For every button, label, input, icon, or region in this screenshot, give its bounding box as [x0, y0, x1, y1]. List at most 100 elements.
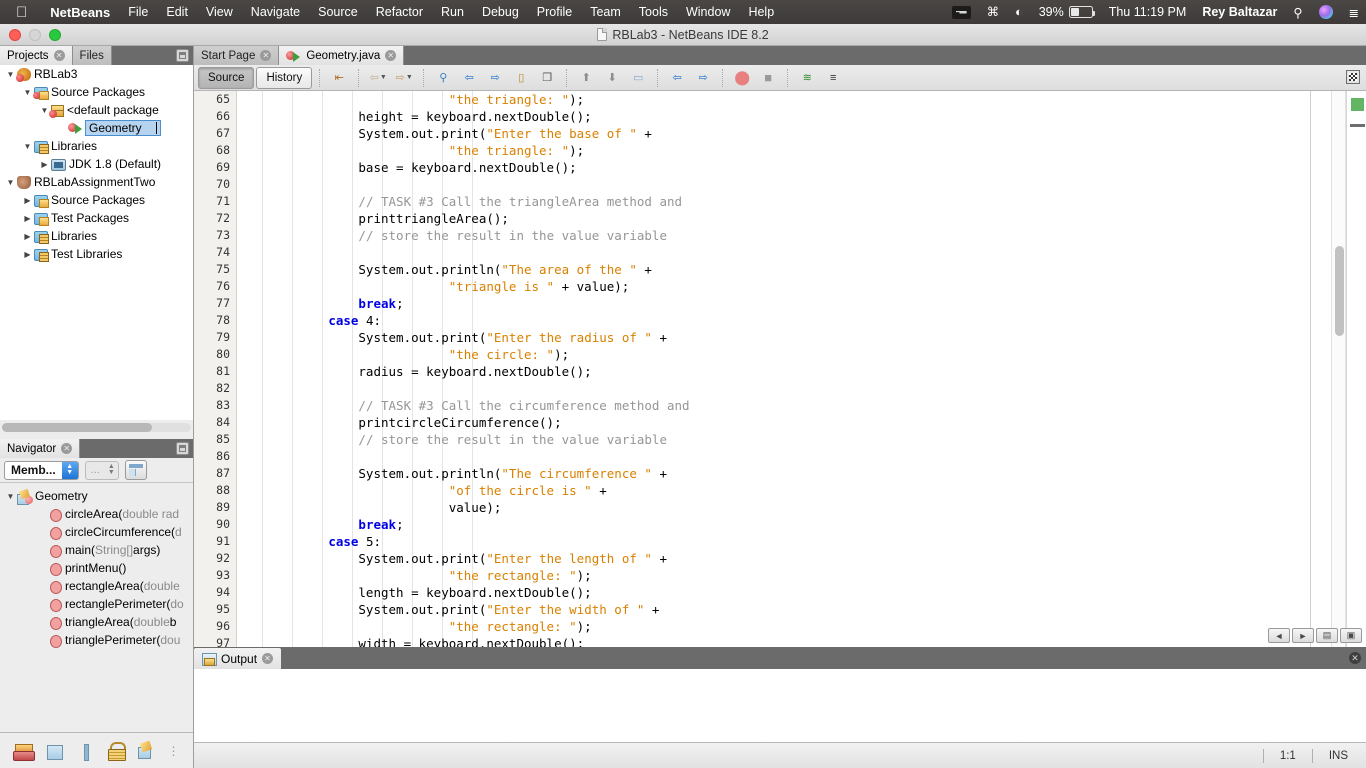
code-line[interactable]: value);	[238, 499, 1366, 516]
twisty-icon[interactable]: ▼	[21, 142, 34, 151]
scrollbar-thumb[interactable]	[2, 423, 152, 432]
menu-item-navigate[interactable]: Navigate	[242, 5, 309, 19]
close-window-button[interactable]	[9, 29, 21, 41]
projects-tree[interactable]: ▼ RBLab3 ▼ Source Packages ▼ <default pa…	[0, 65, 193, 421]
code-line[interactable]: "the triangle: ");	[238, 142, 1366, 159]
insert-mode-label[interactable]: INS	[1325, 750, 1352, 762]
back-navigation-icon[interactable]: ⇦ ▼	[366, 67, 390, 89]
team-icon[interactable]	[13, 741, 36, 761]
code-line[interactable]: printtriangleArea();	[238, 210, 1366, 227]
menu-item-debug[interactable]: Debug	[473, 5, 528, 19]
code-line[interactable]: // store the result in the value variabl…	[238, 431, 1366, 448]
wifi-icon[interactable]: ◐	[1007, 6, 1031, 19]
tree-row-rblab3[interactable]: ▼ RBLab3	[0, 65, 193, 83]
navigator-filter-select[interactable]: ... ▲ ▼	[84, 460, 119, 480]
inspect-members-icon[interactable]: ≋	[795, 67, 819, 89]
filter-panel-icon[interactable]	[124, 460, 147, 480]
chevron-updown-icon[interactable]: ▲ ▼	[61, 461, 78, 479]
tree-row-source-packages-2[interactable]: ▶ Source Packages	[0, 191, 193, 209]
close-icon[interactable]: ✕	[260, 50, 272, 61]
scrollbar-thumb[interactable]	[1335, 246, 1344, 336]
twisty-icon[interactable]: ▼	[4, 178, 17, 187]
navigator-member-row[interactable]: trianglePerimeter(dou	[0, 631, 193, 649]
code-line[interactable]: "the circle: ");	[238, 346, 1366, 363]
forward-navigation-icon[interactable]: ⇨ ▼	[392, 67, 416, 89]
code-line[interactable]: radius = keyboard.nextDouble();	[238, 363, 1366, 380]
code-line[interactable]: "triangle is " + value);	[238, 278, 1366, 295]
code-line[interactable]: "of the circle is " +	[238, 482, 1366, 499]
menu-item-view[interactable]: View	[197, 5, 242, 19]
output-prev-icon[interactable]: ◄	[1268, 628, 1290, 643]
tab-projects[interactable]: Projects ✕	[0, 46, 73, 65]
apple-icon[interactable]: 	[0, 5, 41, 20]
find-previous-icon[interactable]: ⇦	[457, 67, 481, 89]
code-text-area[interactable]: "the triangle: "); height = keyboard.nex…	[238, 91, 1366, 654]
tab-geometry-java[interactable]: Geometry.java ✕	[279, 46, 405, 65]
menu-item-netbeans[interactable]: NetBeans	[41, 5, 119, 20]
toggle-maximize-icon[interactable]	[1345, 69, 1361, 85]
output-list-icon[interactable]: ▤	[1316, 628, 1338, 643]
projects-horizontal-scrollbar[interactable]	[0, 420, 193, 435]
shift-line-right-icon[interactable]: ⇨	[691, 67, 715, 89]
source-view-button[interactable]: Source	[198, 66, 255, 89]
twisty-icon[interactable]: ▶	[21, 214, 34, 223]
code-line[interactable]: System.out.println("The circumference " …	[238, 465, 1366, 482]
line-number-gutter[interactable]: 65 66 67 68 69 70 71 72 73 74 75 76 77 7…	[194, 91, 237, 654]
notification-center-icon[interactable]: ≣	[1341, 5, 1366, 20]
clock-label[interactable]: Thu 11:19 PM	[1101, 5, 1195, 19]
close-icon[interactable]: ✕	[262, 653, 274, 664]
tab-output[interactable]: Output ✕	[194, 648, 282, 669]
menu-item-refactor[interactable]: Refactor	[367, 5, 432, 19]
toggle-highlight-icon[interactable]: ▯	[509, 67, 533, 89]
menu-item-window[interactable]: Window	[677, 5, 739, 19]
code-line[interactable]	[238, 380, 1366, 397]
code-line[interactable]: // TASK #3 Call the triangleArea method …	[238, 193, 1366, 210]
twisty-icon[interactable]: ▶	[21, 196, 34, 205]
previous-bookmark-icon[interactable]: ⬆	[574, 67, 598, 89]
code-line[interactable]	[238, 244, 1366, 261]
twisty-icon[interactable]: ▶	[21, 232, 34, 241]
code-editor[interactable]: 65 66 67 68 69 70 71 72 73 74 75 76 77 7…	[194, 91, 1366, 654]
format-icon[interactable]: ≡	[821, 67, 845, 89]
tab-files[interactable]: Files	[72, 46, 112, 65]
editor-vertical-scrollbar[interactable]	[1331, 91, 1346, 654]
menu-item-tools[interactable]: Tools	[630, 5, 677, 19]
error-stripe[interactable]	[1346, 91, 1366, 654]
code-line[interactable]: break;	[238, 295, 1366, 312]
navigator-scope-select[interactable]: Memb... ▲ ▼	[4, 460, 79, 480]
navigator-member-row[interactable]: main(String[] args)	[0, 541, 193, 559]
siri-icon[interactable]	[1311, 5, 1341, 19]
code-line[interactable]: break;	[238, 516, 1366, 533]
menu-item-profile[interactable]: Profile	[528, 5, 581, 19]
code-line[interactable]: // store the result in the value variabl…	[238, 227, 1366, 244]
find-next-icon[interactable]: ⇨	[483, 67, 507, 89]
navigator-member-row[interactable]: circleArea(double rad	[0, 505, 193, 523]
last-edit-position-icon[interactable]: ⇤	[327, 67, 351, 89]
code-line[interactable]: "the rectangle: ");	[238, 618, 1366, 635]
next-bookmark-icon[interactable]: ⬇	[600, 67, 624, 89]
navigator-member-row[interactable]: circleCircumference(d	[0, 523, 193, 541]
tree-row-rblabassignmenttwo[interactable]: ▼ RBLabAssignmentTwo	[0, 173, 193, 191]
navigator-member-row[interactable]: rectangleArea(double	[0, 577, 193, 595]
code-line[interactable]: System.out.println("The area of the " +	[238, 261, 1366, 278]
close-output-panel-icon[interactable]: ✕	[1349, 652, 1361, 664]
tree-row-jdk[interactable]: ▶ JDK 1.8 (Default)	[0, 155, 193, 173]
minimize-window-button[interactable]	[29, 29, 41, 41]
tree-row-source-packages[interactable]: ▼ Source Packages	[0, 83, 193, 101]
battery-status[interactable]: 39%	[1031, 5, 1101, 19]
start-macro-recording-icon[interactable]: ⬤	[730, 67, 754, 89]
shift-line-left-icon[interactable]: ⇦	[665, 67, 689, 89]
keyboard-input-icon[interactable]	[944, 5, 979, 19]
history-view-button[interactable]: History	[256, 66, 313, 89]
output-maximize-icon[interactable]: ▣	[1340, 628, 1362, 643]
toggle-bookmark-icon[interactable]: ▭	[626, 67, 650, 89]
more-windows-icon[interactable]: ⋮	[168, 745, 180, 757]
tree-row-test-libraries[interactable]: ▶ Test Libraries	[0, 245, 193, 263]
code-line[interactable]: "the rectangle: ");	[238, 567, 1366, 584]
tree-row-libraries[interactable]: ▼ Libraries	[0, 137, 193, 155]
code-line[interactable]: System.out.print("Enter the length of " …	[238, 550, 1366, 567]
twisty-icon[interactable]: ▼	[4, 492, 17, 501]
menu-item-source[interactable]: Source	[309, 5, 367, 19]
user-name-label[interactable]: Rey Baltazar	[1194, 5, 1285, 19]
close-icon[interactable]: ✕	[61, 443, 73, 454]
